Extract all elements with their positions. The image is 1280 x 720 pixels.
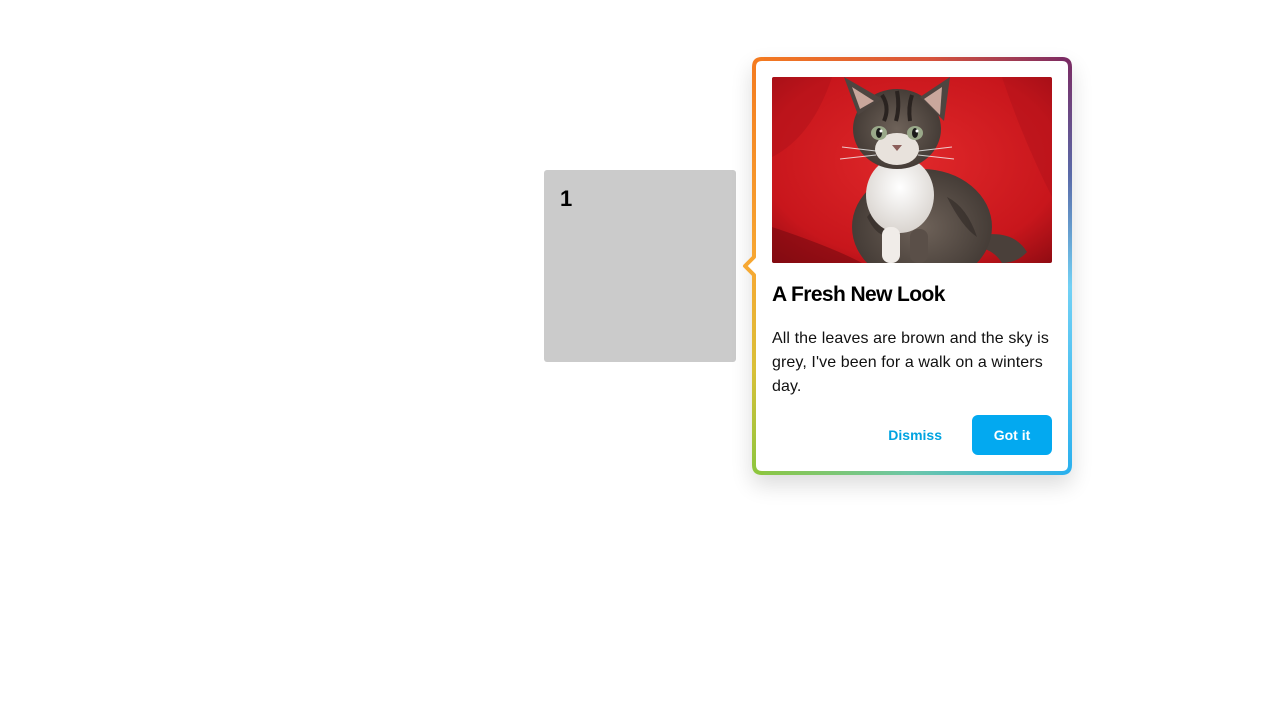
tour-target-box: 1 (544, 170, 736, 362)
dismiss-button[interactable]: Dismiss (874, 415, 956, 455)
kitten-image (772, 77, 1052, 263)
tooltip-title: A Fresh New Look (772, 283, 945, 306)
page: 1 A Fresh New Look All the leaves are br… (0, 0, 1280, 720)
target-number: 1 (560, 186, 573, 211)
tooltip-body: All the leaves are brown and the sky is … (772, 330, 1049, 395)
kitten-photo (772, 77, 1052, 263)
tooltip-actions: Dismiss Got it (772, 415, 1052, 455)
tooltip-card: A Fresh New Look All the leaves are brow… (772, 77, 1052, 399)
got-it-button[interactable]: Got it (972, 415, 1052, 455)
